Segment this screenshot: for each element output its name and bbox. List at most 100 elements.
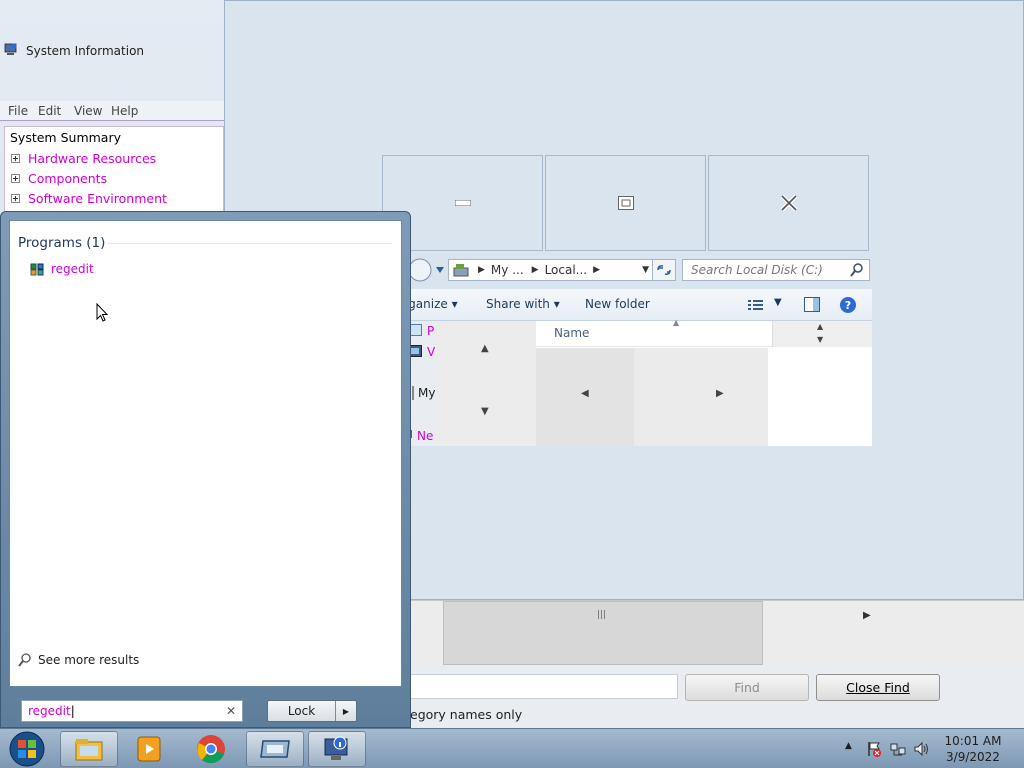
search-value: regedit [28,704,71,718]
clear-search-icon[interactable]: ✕ [226,704,236,718]
chrome-icon [197,735,225,764]
expand-icon[interactable] [11,194,20,203]
see-more-label: See more results [38,653,140,667]
start-orb-icon[interactable] [8,730,46,768]
preview-pane-icon[interactable] [804,297,820,312]
start-search-input[interactable]: regedit | ✕ [21,700,243,722]
minimize-icon [454,200,471,206]
refresh-button[interactable] [652,259,676,281]
tree-item-system-summary[interactable]: System Summary [10,130,121,145]
scroll-down-icon[interactable]: ▼ [817,335,823,344]
nav-item-videos[interactable]: V [408,345,435,359]
window-title: System Information [26,44,145,58]
help-icon[interactable]: ? [839,296,857,314]
nav-item-my-computer[interactable]: My [412,386,435,400]
search-category-names-checkbox-label[interactable]: egory names only [410,707,522,722]
close-button[interactable] [708,155,869,251]
expand-icon[interactable] [11,154,20,163]
scroll-left-icon[interactable]: ◀ [581,388,589,399]
address-bar[interactable]: ▶ My ... ▶ Local... ▶ ▼ [448,259,654,281]
view-options-icon[interactable] [748,299,764,311]
scroll-right-icon[interactable]: ▶ [716,388,724,399]
expand-icon[interactable] [11,174,20,183]
file-list: Name ▲ ▲ ▼ ◀ ▶ [536,318,872,446]
explorer-window-fragment: ▶ My ... ▶ Local... ▶ ▼ Search Local Dis… [408,254,872,446]
taskbar-system-information[interactable] [308,731,366,767]
column-header-name[interactable]: Name ▲ [536,318,772,347]
new-folder-button[interactable]: New folder [585,297,650,311]
breadcrumb-separator-icon: ▶ [531,265,539,275]
scroll-up-icon[interactable]: ▲ [817,322,823,331]
start-menu: Programs (1) regedit See more results re… [0,211,411,728]
taskbar: ▲ 10:01 AM 3/9/2022 [0,728,1024,768]
breadcrumb-separator-icon: ▶ [593,265,601,275]
nav-item-network[interactable]: Ne [408,429,433,443]
horizontal-scroll-region[interactable]: ◀ ▶ [536,348,768,446]
breadcrumb-my-computer[interactable]: My ... [491,263,524,277]
taskbar-remote-desktop[interactable] [246,731,304,767]
scroll-down-icon[interactable]: ▼ [481,406,489,417]
text-caret: | [70,704,75,718]
breadcrumb-separator-icon: ▶ [478,265,485,275]
view-dropdown-icon[interactable]: ▼ [774,297,782,308]
start-menu-bottom: regedit | ✕ Lock ▶ [1,688,410,728]
system-clock[interactable]: 10:01 AM 3/9/2022 [932,733,1014,765]
folder-icon [75,739,103,761]
address-dropdown-icon[interactable]: ▼ [642,265,649,275]
taskbar-windows-explorer[interactable] [60,731,118,767]
nav-item-pictures[interactable]: P [408,324,434,338]
volume-icon[interactable] [913,741,929,757]
taskbar-media-player[interactable] [120,731,178,767]
shutdown-options-arrow-icon[interactable]: ▶ [335,701,356,721]
organize-button[interactable]: Organize ▾ [408,297,458,311]
result-regedit[interactable]: regedit [29,261,94,277]
search-input[interactable]: Search Local Disk (C:) [682,259,870,281]
scroll-thumb[interactable]: ||| [443,601,763,665]
close-icon [780,194,797,212]
search-results-panel: Programs (1) regedit See more results [9,220,402,687]
action-center-icon[interactable] [866,741,882,757]
system-information-icon [4,43,17,55]
media-player-icon [137,736,161,762]
category-tree: System Summary Hardware Resources Compon… [4,126,224,216]
close-find-button[interactable]: Close Find [816,674,940,701]
menu-help[interactable]: Help [111,104,138,118]
horizontal-scrollbar[interactable]: ||| ▶ [410,600,1024,666]
navigation-pane: P V My Ne ▲ ▼ [408,321,536,446]
sort-up-icon: ▲ [673,318,680,327]
taskbar-chrome[interactable] [182,731,240,767]
grip-icon: ||| [597,610,607,620]
breadcrumb-local-disk[interactable]: Local... [545,263,588,277]
lock-label: Lock [287,704,316,718]
tree-item-components[interactable]: Components [11,171,107,186]
search-icon[interactable] [850,263,864,277]
find-bar: Find Close Find egory names only [410,666,1024,728]
scroll-right-icon[interactable]: ▶ [863,610,871,621]
refresh-icon [657,265,671,275]
find-input[interactable] [410,674,678,699]
see-more-results-link[interactable]: See more results [18,653,139,667]
result-label: regedit [51,262,94,276]
find-button[interactable]: Find [685,674,809,701]
tree-item-software-environment[interactable]: Software Environment [11,191,167,206]
menu-file[interactable]: File [8,104,28,118]
remote-desktop-icon [260,740,290,758]
menu-edit[interactable]: Edit [38,104,61,118]
tree-item-label: Components [28,171,108,186]
menu-view[interactable]: View [74,104,102,118]
scroll-up-icon[interactable]: ▲ [481,343,489,354]
section-divider [108,243,392,244]
nav-scrollbar[interactable]: ▲ ▼ [436,321,536,446]
share-with-button[interactable]: Share with ▾ [486,297,560,311]
system-information-icon [324,736,348,760]
maximize-button[interactable] [545,155,706,251]
history-dropdown-icon[interactable] [435,266,445,274]
mouse-cursor-icon [96,303,109,322]
column-header-label: Name [554,326,590,340]
back-button-icon[interactable] [408,257,434,283]
tree-item-hardware-resources[interactable]: Hardware Resources [11,151,156,166]
show-hidden-icons-icon[interactable]: ▲ [845,741,852,751]
vertical-scroll-arrows[interactable]: ▲ ▼ [772,321,872,347]
lock-button[interactable]: Lock ▶ [267,700,357,722]
network-tray-icon[interactable] [890,741,906,757]
